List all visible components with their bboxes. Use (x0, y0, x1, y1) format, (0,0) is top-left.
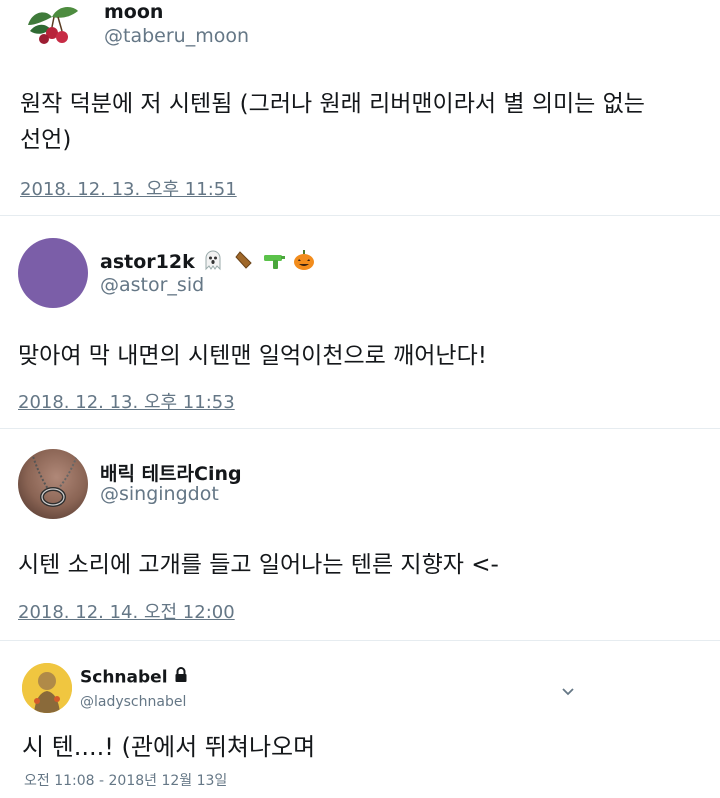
tweet-text: 원작 덕분에 저 시텐됨 (그러나 원래 리버맨이라서 별 의미는 없는 선언) (20, 86, 720, 158)
author-handle[interactable]: @taberu_moon (104, 25, 249, 47)
lock-icon (174, 667, 188, 688)
tweet-text-line: 선언) (20, 127, 72, 153)
author-name-text: Schnabel (80, 667, 168, 688)
tweet-text: 시 텐....! (관에서 뛰쳐나오며 (22, 729, 712, 765)
tweet-4: Schnabel @ladyschnabel 시 텐....! (관에서 뛰쳐나… (0, 641, 720, 798)
tweet-timestamp[interactable]: 2018. 12. 14. 오전 12:00 (18, 598, 235, 624)
coffin-icon (232, 249, 254, 276)
ghost-icon (202, 249, 224, 276)
avatar-astor[interactable] (18, 238, 88, 308)
tweet-timestamp[interactable]: 2018. 12. 13. 오후 11:53 (18, 388, 235, 414)
tweet-1: moon @taberu_moon 원작 덕분에 저 시텐됨 (그러나 원래 리… (0, 0, 720, 215)
cherry-leaf-icon (28, 7, 78, 44)
avatar-schnabel[interactable] (22, 663, 72, 713)
tweet-text-line: 맞아여 막 내면의 시텐맨 일억이천으로 깨어난다! (18, 343, 487, 369)
necklace-photo (18, 449, 88, 519)
author-handle[interactable]: @astor_sid (100, 274, 204, 296)
chevron-down-icon (562, 688, 574, 696)
author-name[interactable]: 배릭 테트라Cing (100, 459, 242, 486)
jack-o-lantern-icon (293, 249, 315, 276)
tweet-text-line: 시 텐....! (관에서 뛰쳐나오며 (22, 733, 316, 761)
tweet-timestamp[interactable]: 2018. 12. 13. 오후 11:51 (20, 175, 237, 201)
author-name[interactable]: moon (104, 1, 163, 23)
tweet-timestamp[interactable]: 오전 11:08 - 2018년 12월 13일 (24, 770, 227, 790)
tweet-menu-button[interactable] (558, 681, 578, 701)
avatar-moon[interactable] (22, 3, 80, 47)
tweet-3: 배릭 테트라Cing @singingdot 시텐 소리에 고개를 들고 일어나… (0, 429, 720, 640)
author-name[interactable]: astor12k (100, 249, 315, 276)
author-handle[interactable]: @singingdot (100, 483, 219, 505)
schnabel-avatar-art (22, 663, 72, 713)
tweet-text-line: 원작 덕분에 저 시텐됨 (그러나 원래 리버맨이라서 별 의미는 없는 (20, 91, 645, 117)
author-handle[interactable]: @ladyschnabel (80, 694, 186, 710)
avatar-singingdot[interactable] (18, 449, 88, 519)
water-pistol-icon (262, 249, 286, 276)
author-name[interactable]: Schnabel (80, 667, 188, 688)
tweet-text: 맞아여 막 내면의 시텐맨 일억이천으로 깨어난다! (18, 338, 718, 374)
author-name-text: astor12k (100, 251, 195, 273)
tweet-2: astor12k @astor_sid 맞아여 막 내면의 시텐맨 일억이천으로… (0, 216, 720, 428)
tweet-text: 시텐 소리에 고개를 들고 일어나는 텐른 지향자 <- (18, 547, 718, 583)
tweet-text-line: 시텐 소리에 고개를 들고 일어나는 텐른 지향자 <- (18, 552, 499, 578)
